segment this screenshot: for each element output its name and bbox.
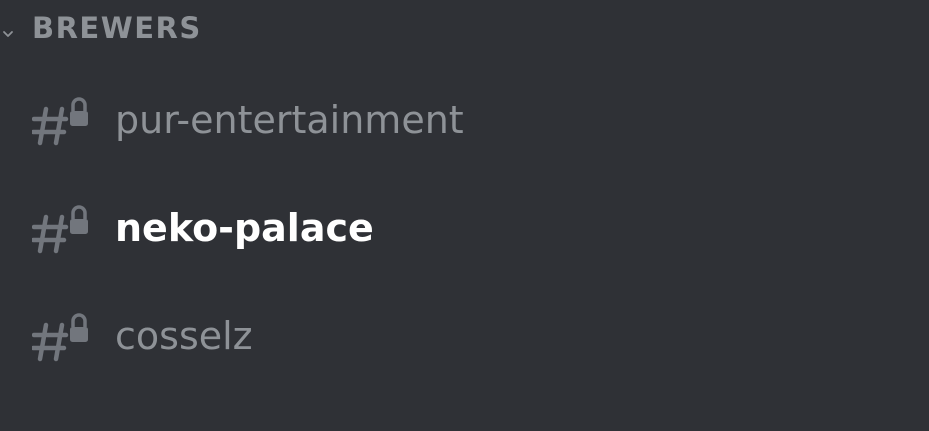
locked-text-channel-icon [32,205,88,254]
chevron-down-icon[interactable] [2,29,14,39]
channel-name: neko-palace [115,206,374,250]
category-name: BREWERS [32,11,202,45]
channel-sidebar: BREWERS pur-entertainment neko-palace co… [0,0,929,431]
locked-text-channel-icon [32,97,88,146]
channel-item-neko-palace[interactable]: neko-palace [18,189,538,267]
locked-text-channel-icon [32,313,88,362]
channel-name: pur-entertainment [115,98,464,142]
channel-name: cosselz [115,314,253,358]
channel-item-cosselz[interactable]: cosselz [18,297,538,375]
channel-item-pur-entertainment[interactable]: pur-entertainment [18,81,538,159]
